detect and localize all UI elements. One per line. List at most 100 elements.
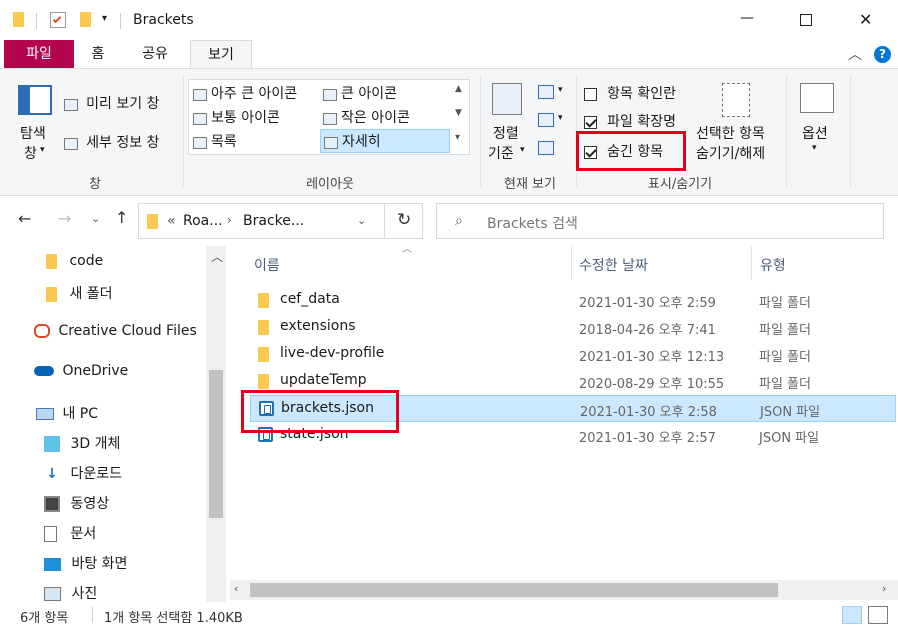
search-icon: ⌕ [455, 213, 463, 229]
layout-small-icons[interactable]: 작은 아이콘 [323, 107, 410, 129]
layout-label: 보통 아이콘 [211, 110, 280, 126]
table-row[interactable]: live-dev-profile 2021-01-30 오후 12:13 파일 … [250, 341, 896, 368]
sort-by-button[interactable]: 정렬 기준 ▾ [486, 81, 530, 162]
desktop-icon [44, 557, 61, 571]
nav-item-documents[interactable]: 문서 [44, 523, 96, 543]
file-name: updateTemp [280, 372, 367, 388]
details-pane-button[interactable]: 세부 정보 창 [64, 132, 159, 152]
size-columns-icon[interactable] [538, 141, 554, 155]
ribbon-view: 탐색 창 ▾ 미리 보기 창 세부 정보 창 창 아주 큰 아이콘 큰 아이콘 … [0, 68, 898, 196]
file-name: extensions [280, 318, 356, 334]
forward-arrow-icon[interactable]: → [58, 209, 71, 228]
options-icon [800, 83, 834, 113]
quick-access-dropdown-icon[interactable]: ▾ [102, 13, 107, 24]
column-header-type[interactable]: 유형 [752, 246, 892, 280]
document-icon [44, 526, 57, 542]
nav-item-downloads[interactable]: ↓ 다운로드 [44, 463, 122, 483]
up-arrow-icon[interactable]: ↑ [115, 208, 128, 227]
address-bar[interactable]: « Roa... › Bracke... ⌄ ↻ [138, 203, 423, 239]
extra-large-icons-icon [193, 88, 207, 101]
tab-share[interactable]: 공유 [130, 40, 180, 68]
hide-selected-items-button[interactable]: 선택한 항목 숨기기/해제 [694, 81, 780, 162]
help-icon[interactable]: ? [874, 46, 891, 63]
breadcrumb-roaming[interactable]: Roa... [183, 213, 223, 229]
nav-item-desktop[interactable]: 바탕 화면 [44, 553, 127, 573]
minimize-button[interactable]: — [740, 10, 754, 26]
preview-pane-button[interactable]: 미리 보기 창 [64, 93, 159, 113]
navigation-pane-button[interactable]: 탐색 창 ▾ [14, 83, 56, 163]
gallery-more-icon[interactable]: ▾ [455, 132, 460, 143]
3d-objects-icon [44, 436, 60, 452]
layout-extra-large-icons[interactable]: 아주 큰 아이콘 [193, 83, 297, 105]
group-by-icon[interactable] [538, 85, 554, 99]
gallery-scroll-down-icon[interactable]: ▼ [455, 108, 462, 118]
scroll-left-icon[interactable]: ‹ [234, 582, 238, 595]
nav-item-creative-cloud[interactable]: Creative Cloud Files [34, 323, 197, 339]
tab-home[interactable]: 홈 [80, 40, 116, 68]
table-row[interactable]: cef_data 2021-01-30 오후 2:59 파일 폴더 [250, 287, 896, 314]
layout-large-icons[interactable]: 큰 아이콘 [323, 83, 397, 105]
item-checkboxes-checkbox[interactable] [584, 88, 597, 101]
nav-item-label: 새 폴더 [69, 286, 113, 302]
large-icons-view-icon[interactable] [868, 606, 888, 624]
column-header-name-label: 이름 [254, 258, 280, 274]
back-arrow-icon[interactable]: ← [18, 209, 31, 228]
scroll-thumb[interactable] [209, 370, 223, 518]
group-separator [183, 75, 184, 187]
selected-file-highlight [241, 390, 399, 433]
breadcrumb-brackets[interactable]: Bracke... [243, 213, 304, 229]
tab-file[interactable]: 파일 [4, 40, 74, 68]
tab-view[interactable]: 보기 [190, 40, 252, 69]
nav-item-this-pc[interactable]: 내 PC [36, 403, 98, 423]
scroll-right-icon[interactable]: › [882, 582, 886, 595]
details-view-icon[interactable] [842, 606, 862, 624]
maximize-button[interactable] [800, 14, 812, 26]
file-extensions-option[interactable]: 파일 확장명 [584, 111, 676, 131]
chevron-down-icon: ▾ [812, 143, 817, 153]
new-folder-icon[interactable] [80, 12, 91, 31]
preview-pane-icon [64, 98, 78, 111]
layout-details[interactable]: 자세히 [320, 129, 450, 153]
layout-medium-icons[interactable]: 보통 아이콘 [193, 107, 280, 129]
horizontal-scroll-thumb[interactable] [250, 583, 778, 597]
recent-locations-chevron-icon[interactable]: ⌄ [91, 212, 100, 225]
file-extensions-checkbox[interactable] [584, 116, 597, 129]
add-columns-icon[interactable] [538, 113, 554, 127]
details-pane-icon [64, 137, 78, 150]
nav-pane-scrollbar[interactable]: ︿ [206, 246, 226, 602]
file-type: 파일 폴더 [759, 296, 811, 311]
properties-icon[interactable] [50, 12, 66, 28]
layout-list[interactable]: 목록 [193, 131, 237, 153]
scroll-up-icon[interactable]: ︿ [211, 248, 223, 265]
pictures-icon [44, 587, 61, 601]
search-box[interactable]: ⌕ Brackets 검색 [436, 203, 884, 239]
nav-item-new-folder[interactable]: 새 폴더 [46, 283, 113, 303]
refresh-icon[interactable]: ↻ [397, 210, 411, 230]
column-header-name[interactable]: 이름 [250, 246, 576, 280]
options-button[interactable]: 옵션 ▾ [796, 81, 838, 161]
nav-item-pictures[interactable]: 사진 [44, 583, 97, 602]
nav-item-label: 다운로드 [70, 466, 122, 482]
nav-item-3d-objects[interactable]: 3D 개체 [44, 433, 120, 453]
nav-item-videos[interactable]: 동영상 [44, 493, 109, 513]
group-label-current-view: 현재 보기 [504, 177, 556, 192]
gallery-scroll-up-icon[interactable]: ▲ [455, 84, 462, 94]
close-button[interactable]: ✕ [859, 10, 872, 29]
layout-label: 자세히 [342, 134, 381, 150]
nav-item-code[interactable]: code [46, 253, 103, 269]
title-bar: ▾ Brackets — ✕ [0, 0, 898, 40]
collapse-ribbon-icon[interactable]: ︿ [848, 44, 862, 64]
item-checkboxes-option[interactable]: 항목 확인란 [584, 83, 676, 103]
file-name: live-dev-profile [280, 345, 385, 361]
breadcrumb-chevron-icon[interactable]: › [227, 213, 232, 227]
horizontal-scrollbar[interactable]: ‹ › [230, 580, 898, 600]
address-dropdown-icon[interactable]: ⌄ [357, 214, 366, 227]
nav-item-onedrive[interactable]: OneDrive [34, 363, 128, 379]
folder-icon [13, 12, 24, 31]
file-type: JSON 파일 [759, 431, 820, 446]
layout-label: 작은 아이콘 [341, 110, 410, 126]
table-row[interactable]: extensions 2018-04-26 오후 7:41 파일 폴더 [250, 314, 896, 341]
hidden-items-highlight [576, 131, 686, 171]
column-header-date[interactable]: 수정한 날짜 [572, 246, 752, 280]
group-separator [480, 75, 481, 187]
